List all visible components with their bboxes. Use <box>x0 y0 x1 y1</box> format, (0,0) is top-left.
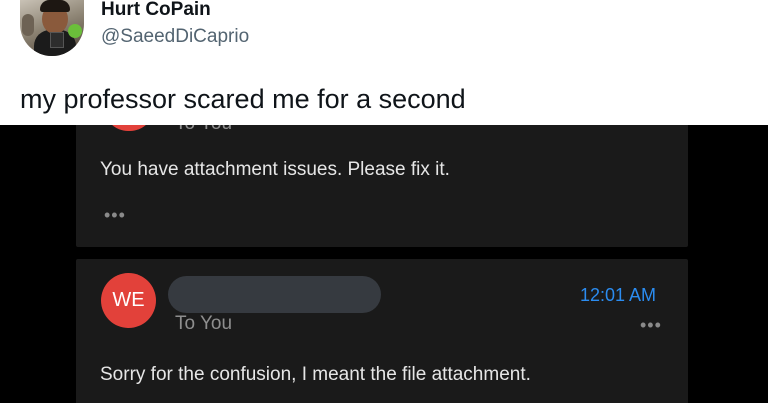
profile-avatar[interactable] <box>20 0 84 56</box>
more-options-icon[interactable]: ••• <box>104 206 126 224</box>
user-handle[interactable]: @SaeedDiCaprio <box>101 26 249 48</box>
avatar-hair <box>40 0 70 12</box>
tweet-text: my professor scared me for a second <box>20 84 466 114</box>
display-name[interactable]: Hurt CoPain <box>101 0 211 20</box>
email-card-previous <box>76 125 688 247</box>
email-body-1: You have attachment issues. Please fix i… <box>100 159 450 180</box>
email-body-2: Sorry for the confusion, I meant the fil… <box>100 364 531 385</box>
avatar-phone <box>50 32 64 48</box>
avatar-background-figure <box>22 14 34 36</box>
tweet-header: Hurt CoPain @SaeedDiCaprio my professor … <box>0 0 768 125</box>
email-timestamp: 12:01 AM <box>580 285 657 305</box>
recipient-label-cropped: To You <box>175 125 232 135</box>
sender-avatar: WE <box>101 273 156 328</box>
avatar-green-object <box>68 24 82 38</box>
recipient-label: To You <box>175 313 233 334</box>
email-screenshot: To You You have attachment issues. Pleas… <box>0 125 768 403</box>
redacted-sender-name <box>168 276 381 313</box>
more-options-icon[interactable]: ••• <box>640 316 662 334</box>
